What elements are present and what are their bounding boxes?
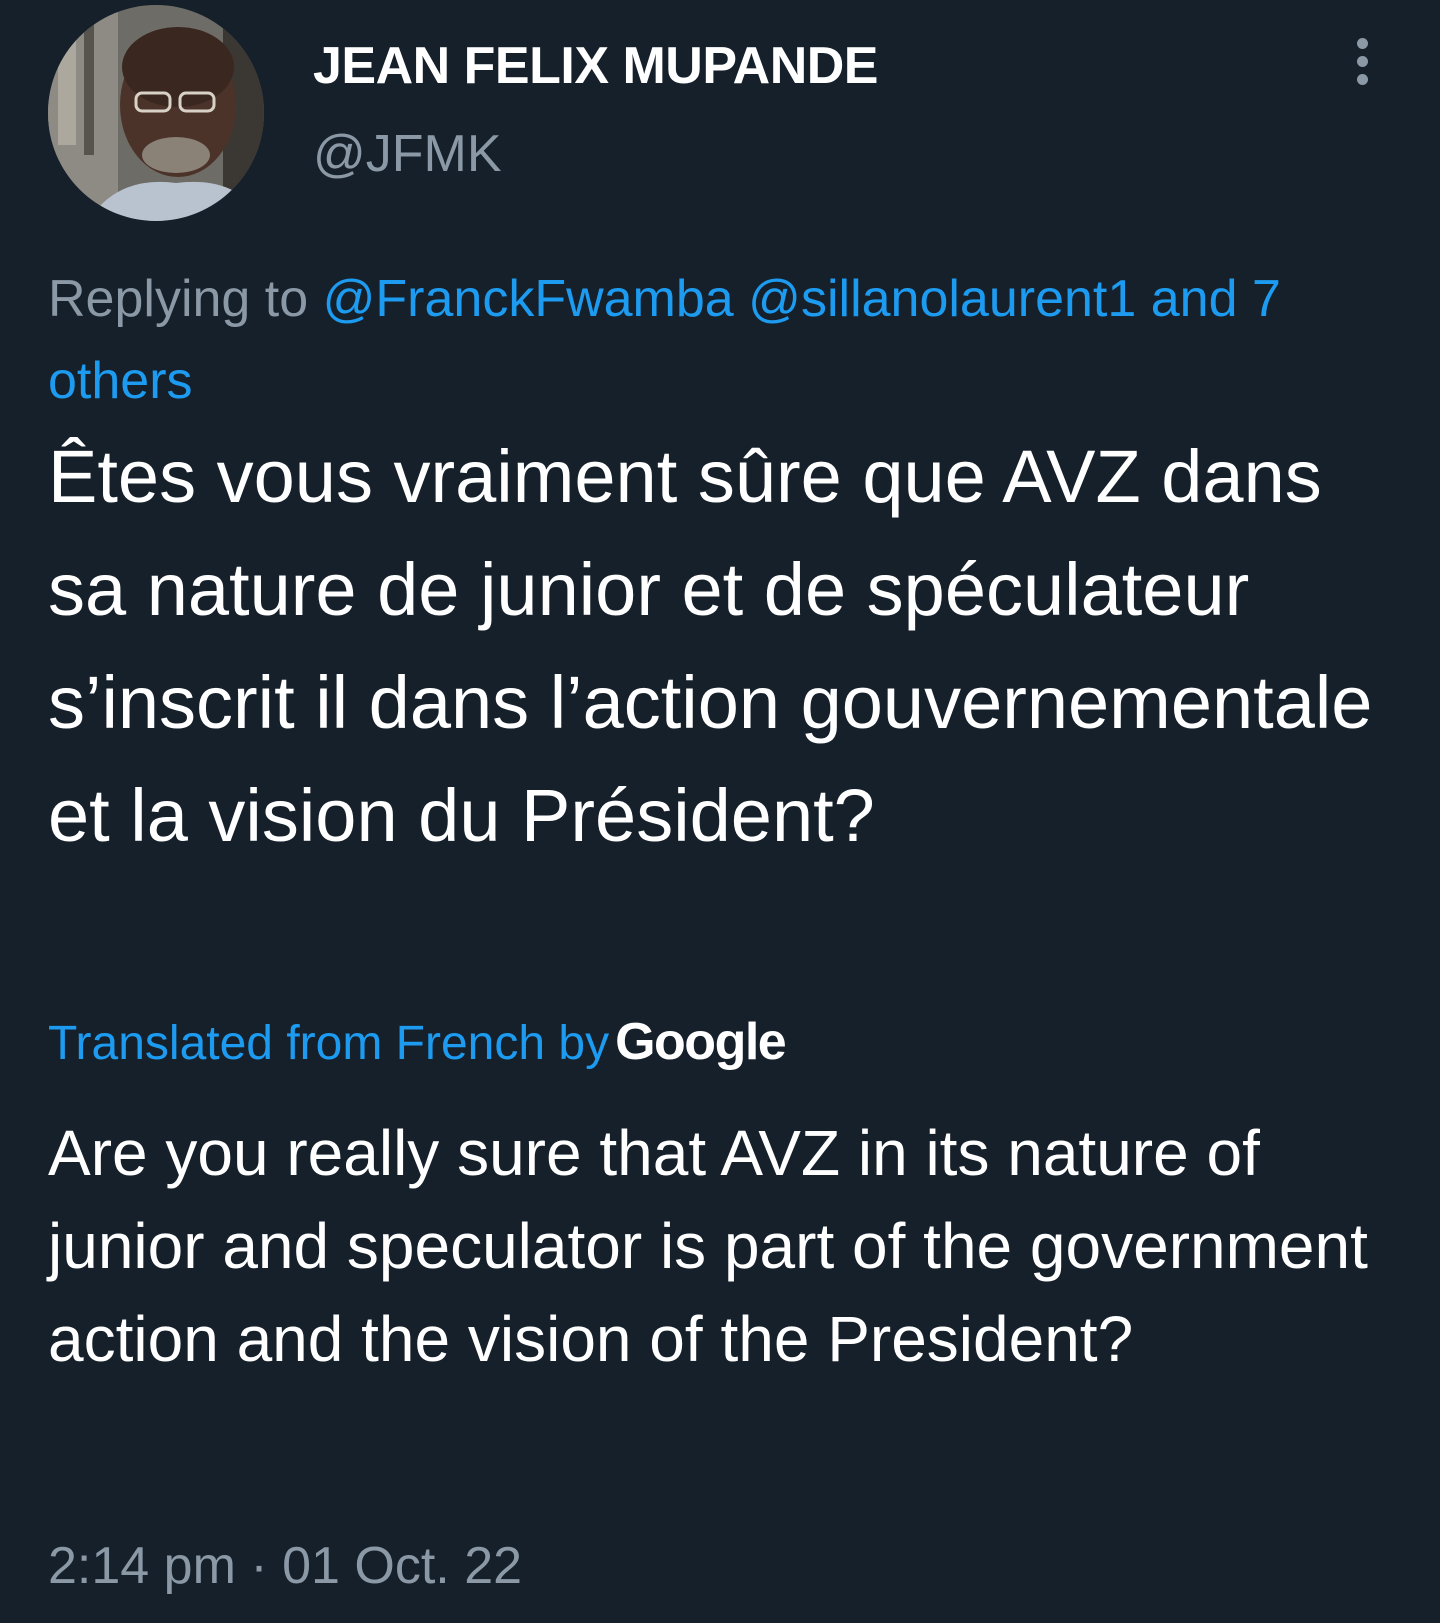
- more-vertical-icon: [1340, 38, 1384, 85]
- replying-to: Replying to @FranckFwamba @sillanolauren…: [48, 258, 1408, 422]
- translation-attribution: Translated from French by Google: [48, 1012, 787, 1072]
- more-options-button[interactable]: [1340, 38, 1384, 98]
- timestamp[interactable]: 2:14 pm · 01 Oct. 22: [48, 1536, 522, 1596]
- tweet-text: Êtes vous vraiment sûre que AVZ dans sa …: [48, 435, 1373, 857]
- tweet-time: 2:14 pm: [48, 1537, 236, 1595]
- translated-from-label[interactable]: Translated from French by: [48, 1017, 609, 1070]
- tweet: JEAN FELIX MUPANDE @JFMK Replying to @Fr…: [0, 0, 1440, 1623]
- separator-dot: ·: [250, 1537, 268, 1595]
- mention-link[interactable]: @sillanolaurent1: [748, 270, 1136, 328]
- translated-text: Are you really sure that AVZ in its natu…: [48, 1117, 1368, 1375]
- replying-to-label: Replying to: [48, 270, 309, 328]
- user-handle[interactable]: @JFMK: [313, 124, 502, 184]
- and-word: and: [1150, 270, 1238, 328]
- avatar-photo: [48, 5, 264, 221]
- mention-link[interactable]: @FranckFwamba: [323, 270, 734, 328]
- google-logo: Google: [615, 1013, 787, 1071]
- tweet-date: 01 Oct. 22: [282, 1537, 523, 1595]
- avatar[interactable]: [48, 5, 264, 221]
- display-name[interactable]: JEAN FELIX MUPANDE: [313, 36, 878, 96]
